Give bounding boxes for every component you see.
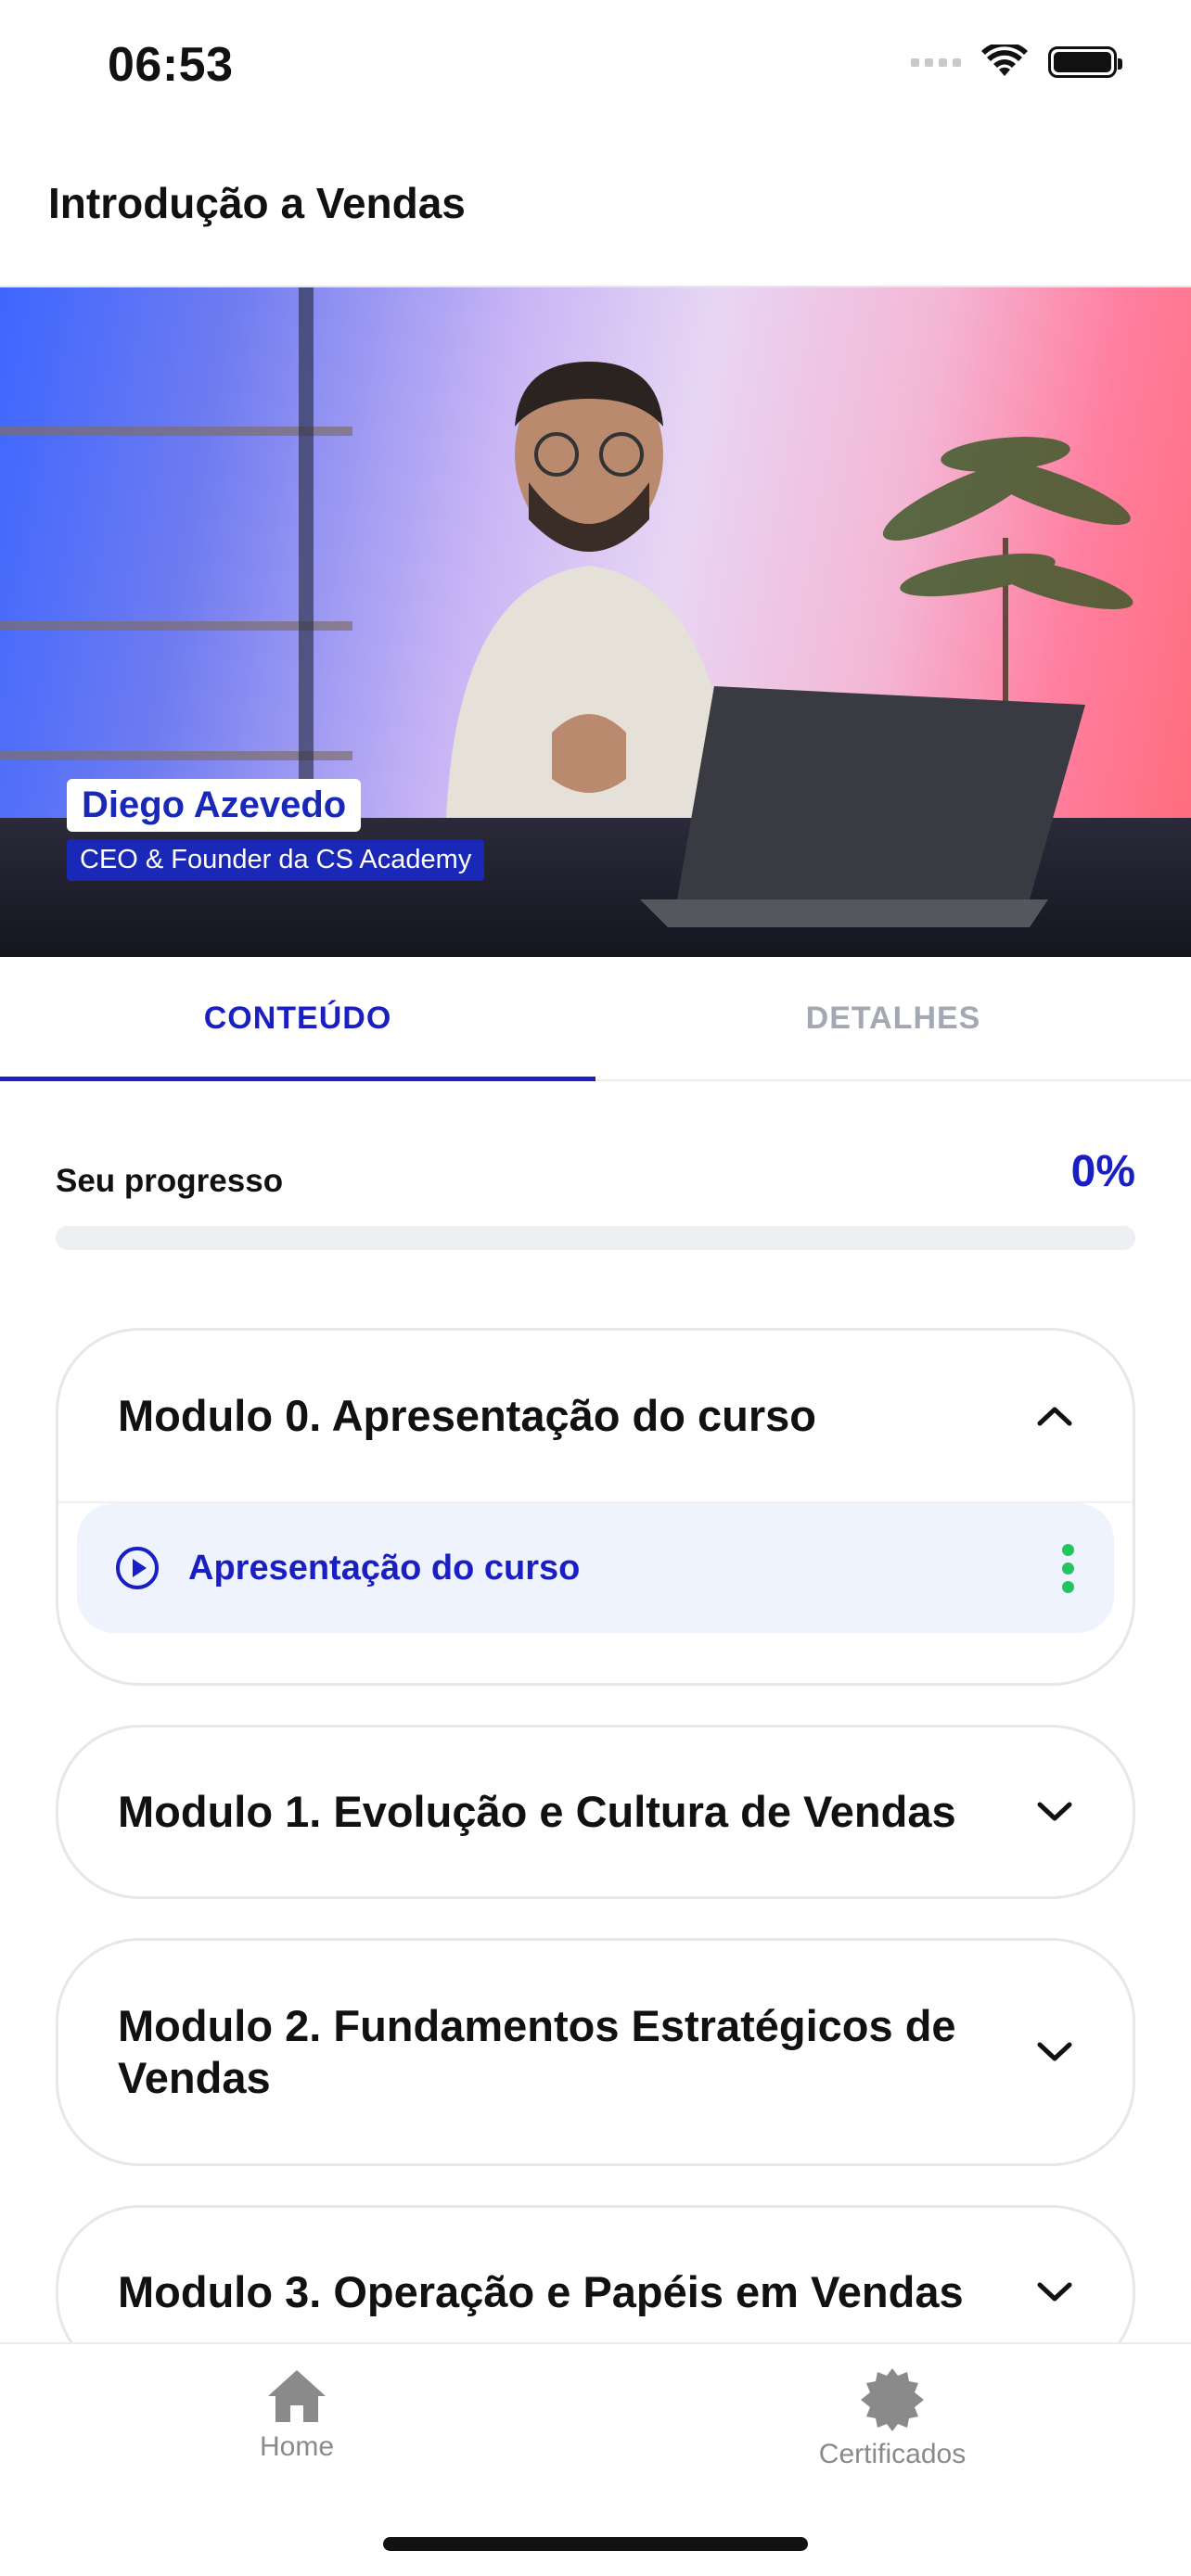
tabbar-certificados-label: Certificados	[818, 2439, 967, 2469]
lower-third: Diego Azevedo CEO & Founder da CS Academ…	[67, 779, 485, 881]
more-vertical-icon[interactable]	[1058, 1543, 1077, 1593]
module-title: Modulo 1. Evolução e Cultura de Vendas	[118, 1786, 956, 1836]
module-card: Modulo 1. Evolução e Cultura de Vendas	[56, 1725, 1135, 1899]
lesson-item[interactable]: Apresentação do curso	[77, 1503, 1114, 1633]
wifi-icon	[981, 45, 1028, 80]
speaker-role: CEO & Founder da CS Academy	[67, 839, 485, 881]
progress-bar	[56, 1226, 1135, 1250]
module-title: Modulo 0. Apresentação do curso	[118, 1390, 816, 1440]
laptop-illustration	[640, 686, 1085, 927]
chevron-up-icon[interactable]	[1032, 1394, 1077, 1438]
chevron-down-icon[interactable]	[1032, 2270, 1077, 2315]
battery-icon	[1048, 46, 1122, 78]
module-header[interactable]: Modulo 1. Evolução e Cultura de Vendas	[58, 1728, 1133, 1896]
tab-detalhes[interactable]: DETALHES	[596, 957, 1191, 1079]
module-list: Modulo 0. Apresentação do curso Apresent…	[56, 1328, 1135, 2418]
status-bar: 06:53	[0, 0, 1191, 139]
status-time: 06:53	[108, 38, 234, 92]
module-header[interactable]: Modulo 0. Apresentação do curso	[58, 1331, 1133, 1501]
progress-label: Seu progresso	[56, 1163, 284, 1199]
module-card: Modulo 2. Fundamentos Estratégicos de Ve…	[56, 1938, 1135, 2166]
status-icons	[911, 45, 1122, 80]
module-title: Modulo 3. Operação e Papéis em Vendas	[118, 2266, 964, 2316]
tab-conteudo[interactable]: CONTEÚDO	[0, 957, 596, 1081]
page-title: Introdução a Vendas	[48, 179, 466, 227]
content-tabs: CONTEÚDO DETALHES	[0, 957, 1191, 1081]
home-indicator	[383, 2537, 808, 2551]
chevron-down-icon[interactable]	[1032, 1790, 1077, 1834]
module-card: Modulo 0. Apresentação do curso Apresent…	[56, 1328, 1135, 1686]
module-title: Modulo 2. Fundamentos Estratégicos de Ve…	[118, 2000, 956, 2102]
module-header[interactable]: Modulo 2. Fundamentos Estratégicos de Ve…	[58, 1941, 1133, 2163]
speaker-name: Diego Azevedo	[67, 779, 362, 832]
play-circle-icon	[116, 1547, 159, 1589]
tabbar-home[interactable]: Home	[158, 2366, 436, 2463]
signal-icon	[911, 57, 961, 67]
tabbar-home-label: Home	[259, 2431, 335, 2462]
progress-value: 0%	[1070, 1147, 1135, 1196]
tabbar-certificados[interactable]: Certificados	[753, 2366, 1031, 2470]
chevron-down-icon[interactable]	[1032, 2030, 1077, 2074]
lesson-title: Apresentação do curso	[188, 1548, 581, 1588]
video-player[interactable]: Diego Azevedo CEO & Founder da CS Academ…	[0, 287, 1191, 957]
certificate-badge-icon	[861, 2368, 924, 2431]
home-icon	[268, 2370, 326, 2422]
